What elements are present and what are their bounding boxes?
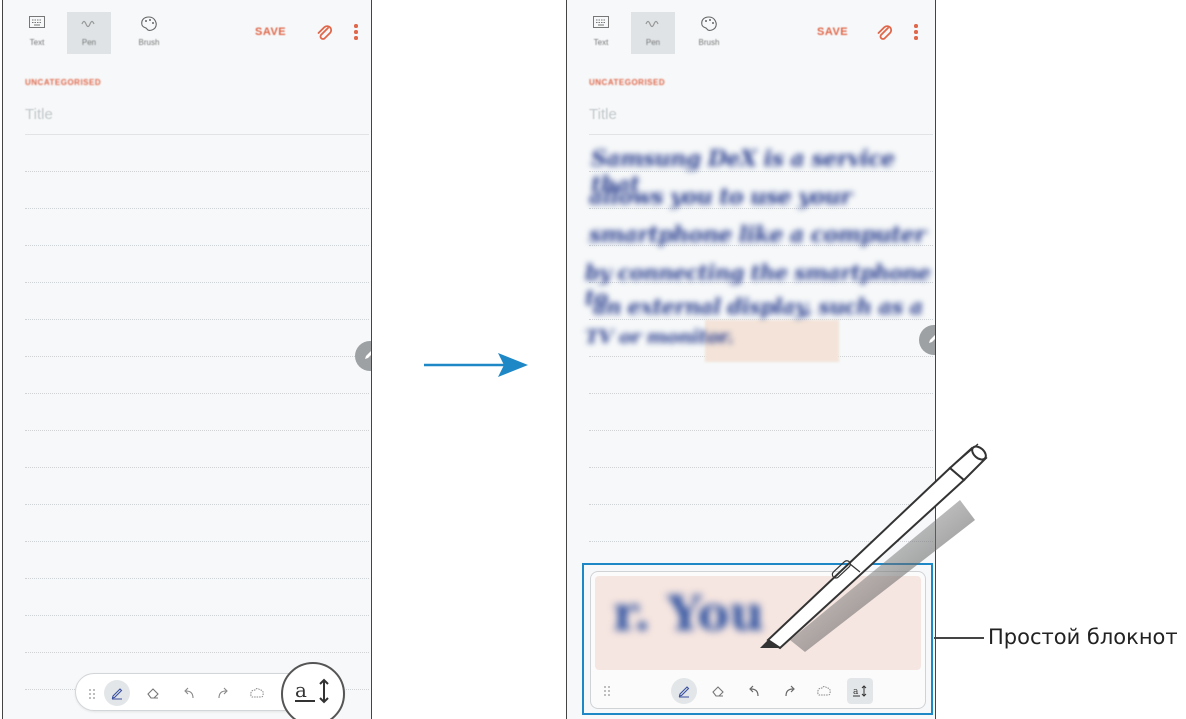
lasso-icon[interactable]: [244, 680, 270, 706]
note-category[interactable]: UNCATEGORISED: [589, 78, 665, 87]
title-divider: [25, 134, 369, 135]
eraser-icon[interactable]: [705, 678, 731, 704]
handwriting-line: allows you to use your: [589, 184, 852, 210]
more-vertical-icon[interactable]: [913, 24, 919, 42]
handwriting-icon: [81, 16, 97, 32]
redo-icon[interactable]: [210, 680, 236, 706]
pen-icon: [363, 347, 371, 366]
note-category[interactable]: UNCATEGORISED: [25, 78, 101, 87]
ruled-line: [25, 282, 369, 283]
mode-brush-label: Brush: [138, 38, 160, 47]
save-button[interactable]: SAVE: [255, 26, 286, 38]
simple-notepad-icon: a: [293, 676, 333, 713]
palette-icon: [140, 16, 158, 32]
pen-icon[interactable]: [104, 680, 130, 706]
mode-brush-label: Brush: [698, 38, 720, 47]
keyboard-icon: [593, 16, 609, 32]
handwriting-icon: [645, 16, 661, 32]
paperclip-icon[interactable]: [875, 22, 893, 42]
svg-text:a: a: [295, 678, 307, 702]
handwriting-line: an external display, such as a: [593, 294, 923, 319]
phone-screen-before: Text Pen Brush SAVE UNCATEGORISED Title: [2, 0, 372, 719]
ruled-line: [25, 467, 369, 468]
ruled-line: [25, 578, 369, 579]
mode-text-button[interactable]: Text: [15, 12, 59, 54]
pen-icon[interactable]: [671, 678, 697, 704]
mode-brush-button[interactable]: Brush: [687, 12, 731, 54]
ruled-line: [25, 356, 369, 357]
ruled-line: [589, 430, 933, 431]
pen-icon: [927, 331, 935, 350]
palette-icon: [700, 16, 718, 32]
mode-text-label: Text: [29, 38, 45, 47]
save-button[interactable]: SAVE: [817, 26, 848, 38]
drag-handle-icon[interactable]: [88, 687, 96, 699]
title-input[interactable]: Title: [589, 106, 617, 123]
title-divider: [589, 134, 933, 135]
ruled-line: [25, 430, 369, 431]
ruled-line: [25, 541, 369, 542]
ruled-line: [589, 393, 933, 394]
ruled-line: [25, 615, 369, 616]
mode-pen-label: Pen: [81, 38, 97, 47]
note-toolbar: Text Pen Brush SAVE: [3, 0, 371, 56]
mode-pen-button[interactable]: Pen: [67, 12, 111, 54]
ruled-line: [25, 504, 369, 505]
simple-notepad-callout: Простой блокнот: [988, 625, 1178, 649]
handwriting-line: smartphone like a computer: [589, 222, 926, 248]
undo-icon[interactable]: [176, 680, 202, 706]
mode-pen-label: Pen: [645, 38, 661, 47]
ruled-line: [25, 393, 369, 394]
mode-pen-button[interactable]: Pen: [631, 12, 675, 54]
simple-notepad-button-magnified[interactable]: a: [281, 662, 345, 719]
ruled-line: [25, 319, 369, 320]
ruled-line: [25, 652, 369, 653]
mode-brush-button[interactable]: Brush: [127, 12, 171, 54]
simple-notepad-written-text: r. You: [613, 586, 765, 642]
callout-line: [934, 637, 984, 639]
floating-pen-button[interactable]: [355, 341, 371, 371]
ruled-line: [25, 245, 369, 246]
mode-text-label: Text: [593, 38, 609, 47]
ruled-line: [25, 171, 369, 172]
ruled-line: [25, 208, 369, 209]
keyboard-icon: [29, 16, 45, 32]
transition-arrow: [424, 353, 528, 377]
title-input[interactable]: Title: [25, 106, 53, 123]
drag-handle-icon[interactable]: [603, 684, 611, 696]
eraser-icon[interactable]: [140, 680, 166, 706]
floating-pen-button[interactable]: [919, 325, 935, 355]
note-toolbar: Text Pen Brush SAVE: [567, 0, 935, 56]
more-vertical-icon[interactable]: [353, 24, 359, 42]
mode-text-button[interactable]: Text: [579, 12, 623, 54]
handwriting-line: TV or monitor.: [585, 326, 733, 348]
s-pen-stylus: [760, 443, 988, 652]
paperclip-icon[interactable]: [315, 22, 333, 42]
